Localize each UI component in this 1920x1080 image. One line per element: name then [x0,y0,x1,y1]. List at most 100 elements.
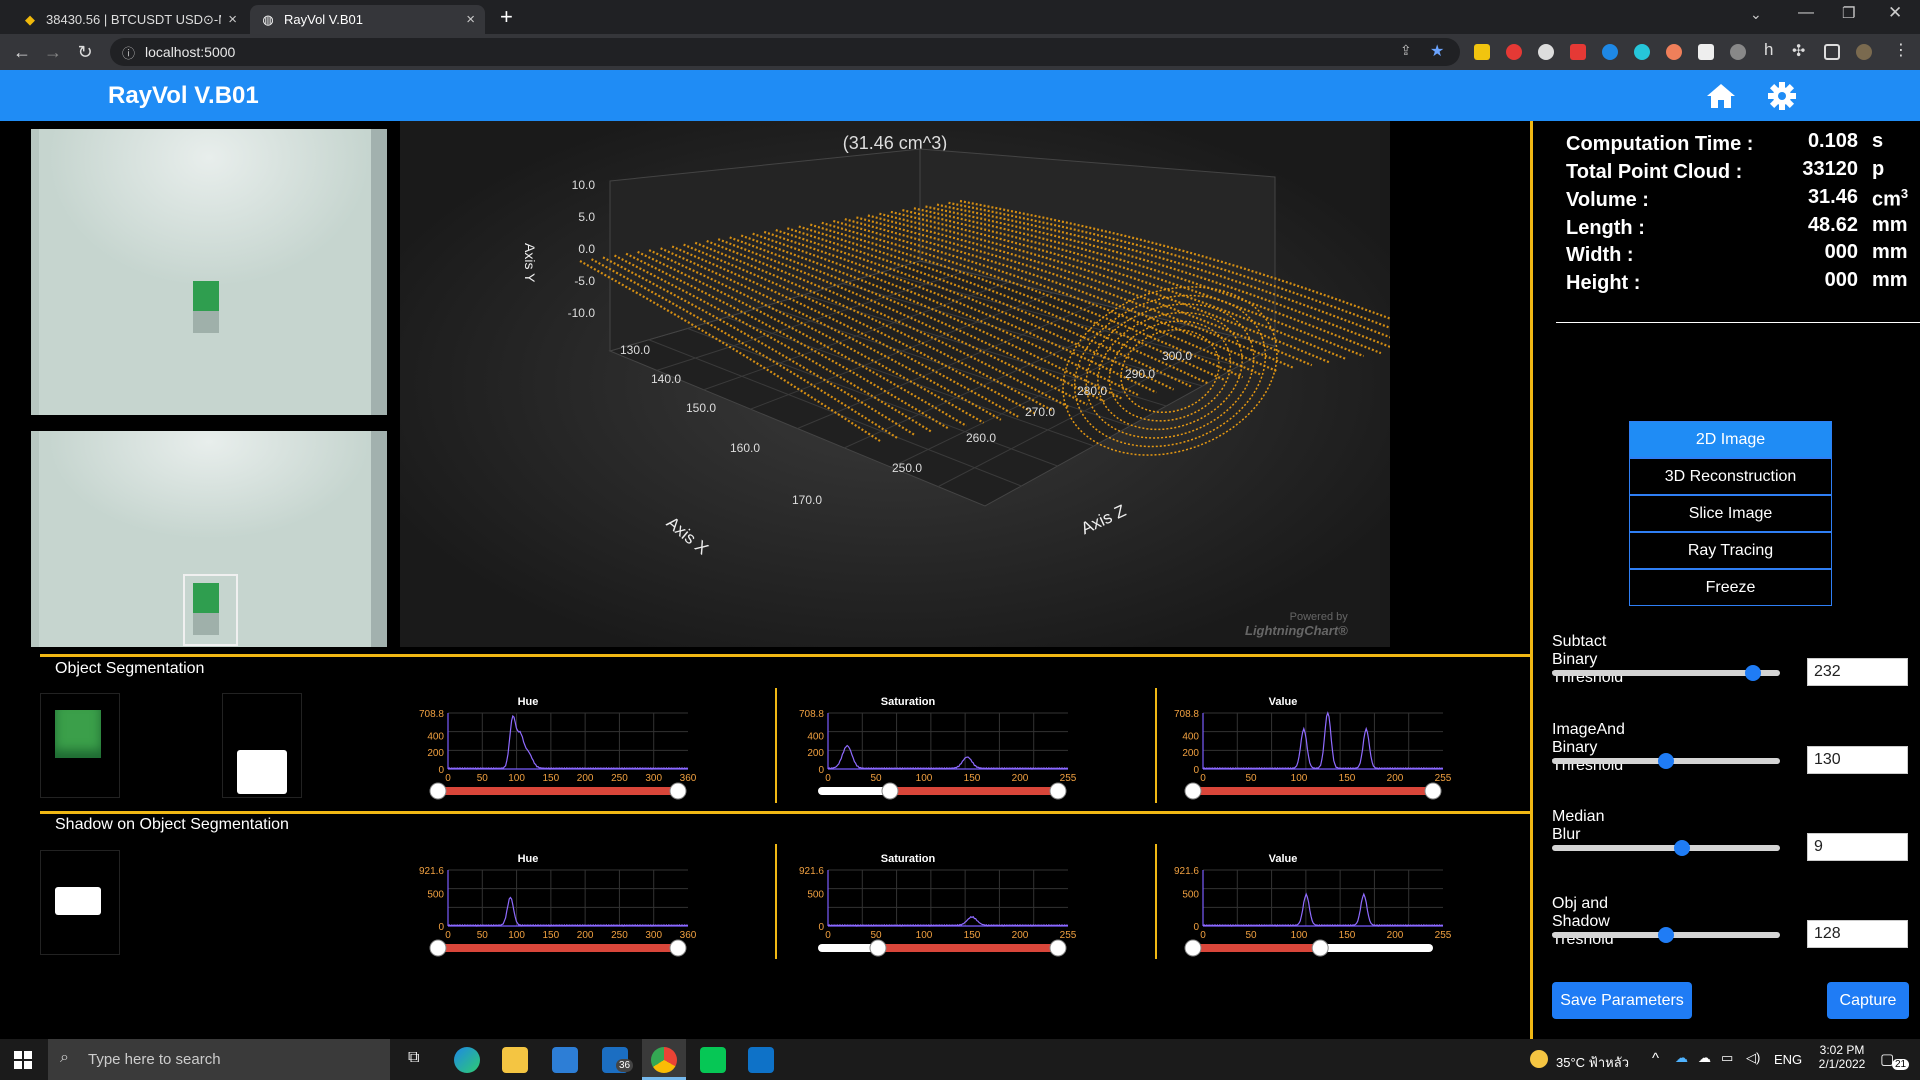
puzzle-icon[interactable]: ✣ [1792,41,1805,61]
result-label: Total Point Cloud : [1566,161,1743,183]
tab-btcusdt[interactable]: ◆ 38430.56 | BTCUSDT USD⊙-Marg × [12,5,247,34]
new-tab-button[interactable]: + [500,4,513,30]
y-tick: 5.0 [578,210,595,224]
extension-icon[interactable] [1506,44,1522,60]
range-slider-thumb[interactable] [1049,782,1067,800]
threshold-input[interactable]: 9 [1807,833,1908,861]
clock[interactable]: 3:02 PM 2/1/2022 [1812,1043,1872,1071]
bookmark-star-icon[interactable]: ★ [1430,41,1444,61]
range-slider-thumb[interactable] [429,939,447,957]
minimize-icon[interactable]: — [1798,4,1814,22]
range-slider-thumb[interactable] [1184,939,1202,957]
vscode-icon[interactable] [748,1047,774,1073]
threshold-input[interactable]: 130 [1807,746,1908,774]
onedrive-icon[interactable]: ☁ [1675,1050,1688,1066]
threshold-label: Subtact Binary Threshold [1552,633,1624,686]
taskbar-search-input[interactable]: ⌕ Type here to search [48,1039,390,1080]
hist-divider [775,844,777,959]
range-slider-thumb[interactable] [429,782,447,800]
tray-chevron-icon[interactable]: ^ [1652,1050,1659,1067]
tab-search-icon[interactable]: ⌄ [1750,6,1762,23]
mode-button-slice-image[interactable]: Slice Image [1629,495,1832,532]
range-slider-thumb[interactable] [1184,782,1202,800]
extension-icon[interactable] [1602,44,1618,60]
threshold-slider[interactable] [1552,840,1780,856]
threshold-input[interactable]: 232 [1807,658,1908,686]
volume-icon[interactable]: ◁) [1746,1050,1760,1066]
back-icon[interactable]: ← [10,40,34,64]
result-unit: mm [1872,241,1908,264]
windows-start-icon[interactable] [14,1051,32,1069]
extension-icon[interactable] [1698,44,1714,60]
extension-icon[interactable] [1570,44,1586,60]
range-slider-thumb[interactable] [1424,782,1442,800]
mode-button-2d-image[interactable]: 2D Image [1629,421,1832,458]
extension-h-icon[interactable]: h [1764,40,1773,60]
extension-icon[interactable] [1730,44,1746,60]
file-explorer-icon[interactable] [502,1047,528,1073]
weather-text[interactable]: 35°C ฟ้าหลัว [1556,1052,1629,1073]
range-slider-thumb[interactable] [1311,939,1329,957]
tab-close-icon[interactable]: × [228,11,237,28]
avatar[interactable] [1856,44,1872,60]
save-parameters-button[interactable]: Save Parameters [1552,982,1692,1019]
language-indicator[interactable]: ENG [1774,1052,1802,1067]
extension-icon[interactable] [1666,44,1682,60]
tab-close-icon[interactable]: × [466,11,475,28]
restore-icon[interactable]: ❐ [1842,4,1855,22]
threshold-slider[interactable] [1552,927,1780,943]
window-close-icon[interactable]: ✕ [1888,3,1902,23]
store-icon[interactable] [552,1047,578,1073]
y-max-label: 921.6 [1174,866,1199,877]
info-icon[interactable]: ⓘ [122,43,135,62]
histogram-curve [447,714,689,770]
z-tick: 260.0 [966,431,997,445]
range-slider-thumb[interactable] [669,939,687,957]
range-slider-thumb[interactable] [669,782,687,800]
x-tick-label: 250 [611,930,628,941]
line-icon[interactable] [700,1047,726,1073]
x-tick-label: 0 [445,773,451,784]
capture-button[interactable]: Capture [1827,982,1909,1019]
weather-icon[interactable] [1530,1050,1548,1068]
reload-icon[interactable]: ↻ [73,40,97,64]
extension-icon[interactable] [1634,44,1650,60]
threshold-label: ImageAnd Binary Threshold [1552,721,1625,774]
range-slider-thumb[interactable] [869,939,887,957]
threshold-slider[interactable] [1552,665,1780,681]
sidepanel-icon[interactable] [1824,44,1840,60]
mode-button-freeze[interactable]: Freeze [1629,569,1832,606]
threshold-slider-thumb[interactable] [1658,927,1674,943]
range-slider-thumb[interactable] [881,782,899,800]
threshold-slider-thumb[interactable] [1658,753,1674,769]
task-view-icon[interactable]: ⧉ [408,1049,419,1067]
share-icon[interactable]: ⇪ [1400,42,1412,59]
forward-icon[interactable]: → [41,40,65,64]
threshold-slider-thumb[interactable] [1674,840,1690,856]
gear-icon[interactable] [1768,82,1796,110]
chrome-taskbar-button[interactable] [642,1039,686,1080]
3d-viewer[interactable]: (31.46 cm^3) Axis Y Axis X Axis Z 10.0 5… [400,121,1390,647]
tab-rayvol[interactable]: ◍ RayVol V.B01 × [250,5,485,34]
menu-dots-icon[interactable]: ⋮ [1893,40,1909,60]
extension-icon[interactable] [1474,44,1490,60]
result-unit: cm3 [1872,186,1908,212]
result-value: 000 [1824,269,1858,291]
mail-icon[interactable]: 36 [602,1047,634,1073]
cloud-icon[interactable]: ☁ [1698,1050,1711,1066]
y-max-label: 921.6 [799,866,824,877]
edge-icon[interactable] [454,1047,480,1073]
mode-button-3d-reconstruction[interactable]: 3D Reconstruction [1629,458,1832,495]
extension-icon[interactable] [1538,44,1554,60]
x-tick-label: 255 [1435,930,1452,941]
threshold-slider[interactable] [1552,753,1780,769]
y-max-label: 708.8 [799,709,824,720]
network-icon[interactable]: ▭ [1721,1050,1733,1066]
range-slider-thumb[interactable] [1049,939,1067,957]
mode-button-ray-tracing[interactable]: Ray Tracing [1629,532,1832,569]
threshold-input[interactable]: 128 [1807,920,1908,948]
histogram-svg: Value 921.6 500 00 50 100 150 200 255 [1174,853,1452,957]
address-bar[interactable]: ⓘ localhost:5000 ⇪ ★ [110,38,1460,66]
home-icon[interactable] [1706,82,1736,110]
threshold-slider-thumb[interactable] [1745,665,1761,681]
